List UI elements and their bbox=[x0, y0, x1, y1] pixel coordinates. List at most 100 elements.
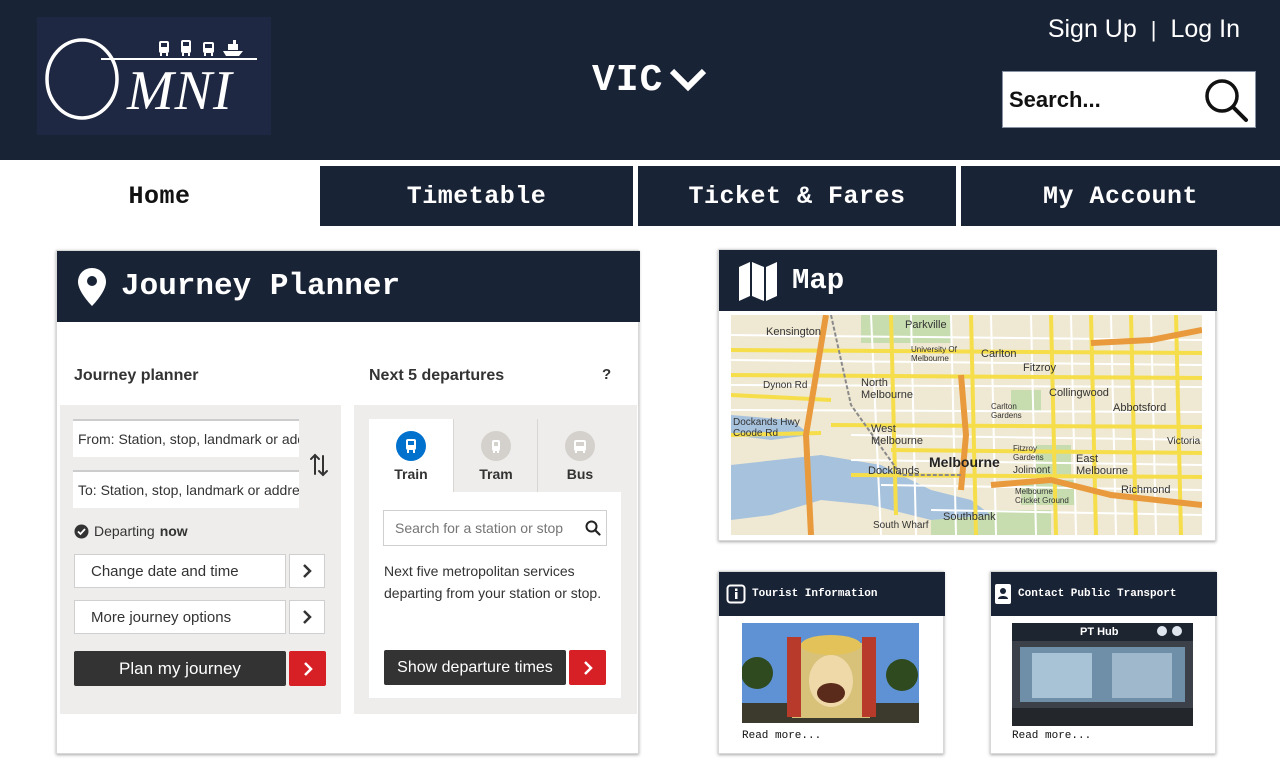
contact-header: Contact Public Transport bbox=[991, 572, 1217, 616]
plan-journey-go-button[interactable] bbox=[289, 651, 326, 686]
search-icon bbox=[1205, 79, 1248, 122]
change-date-button[interactable]: Change date and time bbox=[74, 554, 286, 588]
logo-text: MNI bbox=[127, 60, 233, 122]
to-input[interactable] bbox=[78, 482, 299, 498]
city-map[interactable]: Kensington Parkville University Of Melbo… bbox=[731, 315, 1202, 535]
show-departures-button[interactable]: Show departure times bbox=[384, 650, 566, 685]
change-date-row: Change date and time bbox=[74, 554, 326, 588]
map-label: Carlton bbox=[981, 348, 1017, 360]
map-header: Map bbox=[719, 250, 1217, 311]
planner-heading: Journey planner bbox=[74, 367, 199, 384]
map-label: Southbank bbox=[943, 511, 996, 523]
departing-value: now bbox=[159, 523, 188, 539]
departures-body: Next five metropolitan services departin… bbox=[369, 492, 621, 698]
change-date-arrow[interactable] bbox=[289, 554, 325, 588]
map-label: Dynon Rd bbox=[763, 380, 808, 391]
planner-panel: Departing now Change date and time More … bbox=[60, 405, 341, 714]
train-icon bbox=[396, 431, 426, 461]
tourist-info-card: Tourist Information Read more... bbox=[718, 571, 945, 754]
pt-hub-photo[interactable]: PT Hub bbox=[1012, 623, 1193, 726]
map-label: Jolimont bbox=[1013, 465, 1051, 476]
luna-park-graphic bbox=[742, 623, 919, 723]
tab-home[interactable]: Home bbox=[0, 166, 319, 226]
show-departures-go-button[interactable] bbox=[569, 650, 606, 685]
map-icon bbox=[739, 261, 777, 301]
auth-separator: | bbox=[1150, 16, 1157, 42]
tram-icon bbox=[481, 431, 511, 461]
journey-planner-card: Journey Planner Journey planner Departin… bbox=[56, 250, 640, 754]
departures-description: Next five metropolitan services departin… bbox=[384, 563, 602, 601]
station-search-input[interactable] bbox=[395, 520, 581, 536]
map-label: Kensington bbox=[766, 326, 822, 338]
more-options-row: More journey options bbox=[74, 600, 326, 634]
map-label: Fitzroy Gardens bbox=[1013, 444, 1044, 462]
site-header: MNI VIC Sign Up | Log In bbox=[0, 0, 1280, 160]
mode-divider bbox=[453, 419, 454, 492]
chevron-right-icon bbox=[583, 660, 593, 675]
map-label: Collingwood bbox=[1049, 387, 1109, 399]
omni-logo[interactable]: MNI bbox=[37, 17, 271, 135]
map-label: North Melbourne bbox=[861, 377, 913, 401]
mode-tab-tram[interactable]: Tram bbox=[454, 419, 538, 493]
tab-ticket-fares[interactable]: Ticket & Fares bbox=[638, 166, 956, 226]
mode-tab-train[interactable]: Train bbox=[369, 419, 453, 493]
departing-label: Departing bbox=[94, 523, 155, 539]
search-box bbox=[1002, 71, 1256, 128]
mode-label-train: Train bbox=[394, 466, 428, 482]
station-search-box bbox=[383, 510, 607, 546]
tourist-info-title: Tourist Information bbox=[752, 588, 878, 600]
map-label: Coode Rd bbox=[733, 428, 779, 439]
pt-hub-sign: PT Hub bbox=[1080, 626, 1119, 638]
map-label: Dockands Hwy bbox=[733, 417, 800, 428]
log-in-link[interactable]: Log In bbox=[1170, 15, 1240, 44]
search-icon[interactable] bbox=[585, 520, 601, 536]
map-label: Victoria bbox=[1167, 436, 1201, 447]
chevron-right-icon bbox=[303, 610, 312, 624]
swap-icon[interactable] bbox=[309, 452, 329, 478]
chevron-down-icon bbox=[670, 68, 707, 92]
tab-my-account[interactable]: My Account bbox=[961, 166, 1280, 226]
from-input[interactable] bbox=[78, 431, 299, 447]
departures-help[interactable]: ? bbox=[602, 366, 611, 383]
sign-up-link[interactable]: Sign Up bbox=[1048, 15, 1137, 44]
map-card: Map Kensington Parkville University Of M… bbox=[718, 249, 1217, 541]
map-label: West Melbourne bbox=[871, 423, 923, 447]
departing-status[interactable]: Departing now bbox=[74, 523, 188, 539]
chevron-right-icon bbox=[303, 564, 312, 578]
contact-book-icon bbox=[995, 584, 1011, 604]
tab-timetable[interactable]: Timetable bbox=[320, 166, 633, 226]
contact-read-more-link[interactable]: Read more... bbox=[1012, 730, 1091, 742]
map-label: University Of Melbourne bbox=[911, 345, 957, 363]
mode-divider bbox=[537, 419, 538, 492]
more-options-button[interactable]: More journey options bbox=[74, 600, 286, 634]
contact-title: Contact Public Transport bbox=[1018, 588, 1177, 600]
mode-label-bus: Bus bbox=[566, 466, 594, 482]
tourist-info-header: Tourist Information bbox=[719, 572, 945, 616]
map-label: Fitzroy bbox=[1023, 362, 1056, 374]
map-label: Parkville bbox=[905, 319, 947, 331]
journey-planner-title: Journey Planner bbox=[121, 269, 401, 304]
region-selector[interactable]: VIC bbox=[592, 58, 707, 102]
more-options-arrow[interactable] bbox=[289, 600, 325, 634]
map-label: Abbotsford bbox=[1113, 402, 1167, 414]
map-label: Richmond bbox=[1121, 484, 1171, 496]
map-title: Map bbox=[792, 264, 845, 297]
mode-label-tram: Tram bbox=[479, 466, 513, 482]
map-label: Docklands bbox=[868, 465, 920, 477]
mode-tab-bus[interactable]: Bus bbox=[538, 419, 622, 493]
search-button[interactable] bbox=[1201, 76, 1251, 124]
journey-planner-header: Journey Planner bbox=[57, 251, 640, 322]
plan-journey-button[interactable]: Plan my journey bbox=[74, 651, 286, 686]
tourist-read-more-link[interactable]: Read more... bbox=[742, 730, 821, 742]
search-input[interactable] bbox=[1003, 72, 1199, 127]
pt-hub-graphic bbox=[1012, 623, 1193, 726]
location-pin-icon bbox=[78, 267, 106, 306]
luna-park-photo[interactable] bbox=[742, 623, 919, 723]
map-label: East Melbourne bbox=[1076, 453, 1128, 477]
map-label: Melbourne bbox=[929, 454, 1000, 470]
auth-links: Sign Up | Log In bbox=[1048, 15, 1240, 44]
map-label: Carlton Gardens bbox=[991, 402, 1022, 420]
departures-heading: Next 5 departures bbox=[369, 367, 505, 384]
info-icon bbox=[726, 584, 746, 604]
map-label: South Wharf bbox=[873, 520, 929, 531]
